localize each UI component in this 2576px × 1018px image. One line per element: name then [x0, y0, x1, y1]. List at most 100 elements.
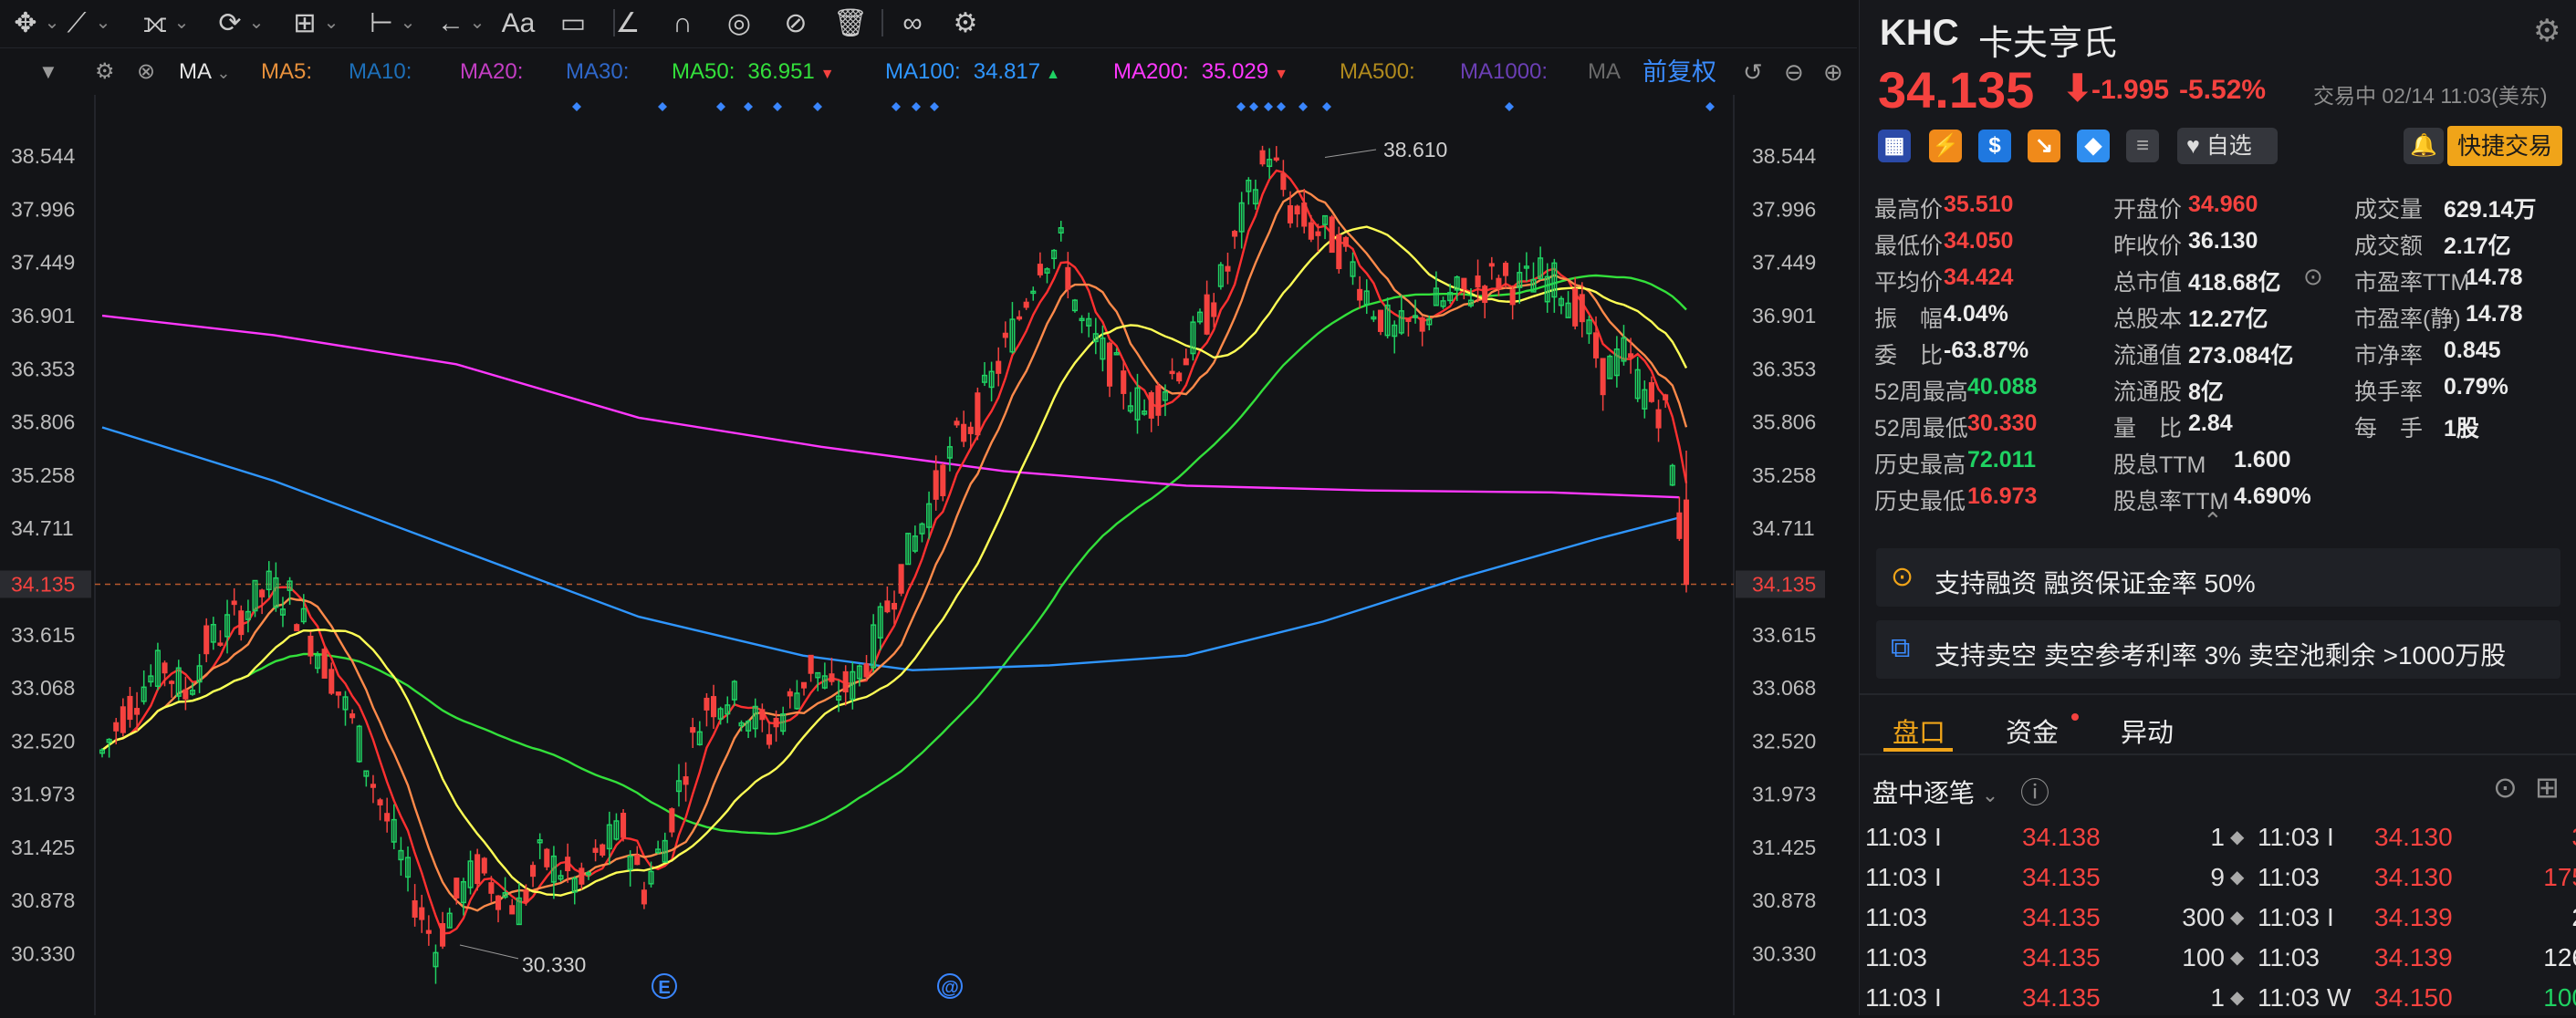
- divider: [1860, 693, 2576, 695]
- stat-value: 273.084亿: [2188, 343, 2294, 369]
- margin-banner[interactable]: ⊙ 支持融资 融资保证金率 50%: [1876, 548, 2560, 607]
- candle-body: [1183, 358, 1189, 366]
- comment-icon[interactable]: ▭: [555, 5, 591, 42]
- quick-trade-button[interactable]: 快捷交易: [2447, 126, 2562, 166]
- lightning-icon[interactable]: ⚡: [1929, 130, 1962, 162]
- event-diamond-icon[interactable]: [892, 102, 901, 111]
- fib-icon[interactable]: ⊞: [287, 5, 323, 42]
- zoom-in-icon[interactable]: ⊕: [1823, 51, 1843, 93]
- close-icon[interactable]: ⊗: [137, 51, 155, 93]
- event-diamond-icon[interactable]: [930, 102, 939, 111]
- note-icon[interactable]: ≡: [2126, 130, 2159, 162]
- trend-line-icon[interactable]: ⟋: [58, 5, 95, 42]
- wave-icon[interactable]: ⟳: [212, 5, 248, 42]
- grid-icon[interactable]: ⊞: [2535, 770, 2560, 805]
- ma-item-ma50[interactable]: MA50: 36.951 ▼: [672, 51, 835, 96]
- chevron-down-icon[interactable]: ⌄: [469, 9, 485, 36]
- ma-item-ma20[interactable]: MA20:: [460, 51, 523, 93]
- ma-selector[interactable]: MA ⌄: [179, 51, 230, 94]
- ticks-title[interactable]: 盘中逐笔 ⌄: [1872, 774, 1998, 810]
- ma-item-ma[interactable]: MA: [1588, 51, 1621, 93]
- more-icon[interactable]: ⊙: [2303, 263, 2323, 291]
- chevron-down-icon[interactable]: ⌄: [248, 9, 265, 36]
- short-banner[interactable]: ⧉ 支持卖空 卖空参考利率 3% 卖空池剩余 >1000万股: [1876, 620, 2560, 679]
- ma-item-ma1000[interactable]: MA1000:: [1460, 51, 1548, 93]
- move-cross-icon[interactable]: ✥: [7, 5, 44, 42]
- text-icon[interactable]: Aa: [500, 5, 537, 42]
- settings-icon[interactable]: ⚙: [95, 51, 115, 93]
- watchlist-button[interactable]: ♥ 自选: [2177, 128, 2278, 164]
- y-tick-label-left: 30.878: [11, 888, 75, 912]
- event-diamond-icon[interactable]: [1249, 102, 1258, 111]
- candle-body: [1648, 381, 1654, 402]
- chevron-down-icon[interactable]: ⌄: [323, 9, 339, 36]
- event-diamond-icon[interactable]: [1322, 102, 1331, 111]
- collapse-icon[interactable]: ▼: [38, 51, 58, 93]
- measure-icon[interactable]: ⊢: [363, 5, 400, 42]
- candle-body: [766, 733, 772, 745]
- ma-item-ma500[interactable]: MA500:: [1340, 51, 1415, 93]
- candle-body: [1273, 157, 1279, 161]
- ma-item-ma10[interactable]: MA10:: [349, 51, 412, 93]
- y-tick-label-left: 32.520: [11, 729, 75, 753]
- event-diamond-icon[interactable]: [1277, 102, 1286, 111]
- pencil-icon[interactable]: ∠: [610, 5, 646, 42]
- adjust-button[interactable]: 前复权: [1643, 51, 1716, 93]
- tag-icon[interactable]: ◆: [2077, 130, 2110, 162]
- ma-item-ma200[interactable]: MA200: 35.029 ▼: [1113, 51, 1288, 96]
- price-chart[interactable]: 38.544 37.996 37.449 36.901 36.353 35.806 35.2…: [0, 95, 1858, 1015]
- candle-body: [800, 681, 808, 689]
- tab-orderbook[interactable]: 盘口: [1893, 712, 1945, 750]
- event-diamond-icon[interactable]: [1705, 102, 1715, 111]
- trend-icon[interactable]: ↘: [2028, 130, 2060, 162]
- ma-item-ma5[interactable]: MA5:: [261, 51, 312, 93]
- event-diamond-icon[interactable]: [716, 102, 725, 111]
- tick-p2: 34.150: [2374, 983, 2453, 1012]
- trash-icon[interactable]: 🗑: [832, 5, 869, 42]
- ma-value: 34.817: [973, 59, 1041, 84]
- us-flag-icon: ▦: [1878, 130, 1911, 162]
- arrow-left-icon[interactable]: ←: [433, 5, 469, 42]
- ma-label: MA1000:: [1460, 59, 1549, 84]
- ma-label: MA100:: [885, 59, 961, 84]
- tick-f1: I: [1935, 863, 1942, 891]
- event-diamond-icon[interactable]: [813, 102, 822, 111]
- tab-capital[interactable]: 资金: [2006, 712, 2059, 750]
- link-icon[interactable]: ∞: [894, 5, 931, 42]
- event-diamond-icon[interactable]: [912, 102, 921, 111]
- tick-p2: 34.139: [2374, 943, 2453, 971]
- ma-label: MA500:: [1340, 59, 1415, 84]
- tab-anomaly[interactable]: 异动: [2121, 712, 2174, 750]
- tick-t2: 11:03: [2258, 943, 2320, 971]
- more-icon[interactable]: ⊙: [2493, 770, 2518, 805]
- hide-icon[interactable]: ⊘: [777, 5, 814, 42]
- chevron-down-icon[interactable]: ⌄: [95, 9, 111, 36]
- settings-icon[interactable]: ⚙: [947, 5, 984, 42]
- event-diamond-icon[interactable]: [1298, 102, 1308, 111]
- reset-icon[interactable]: ↺: [1743, 51, 1763, 93]
- eye-icon[interactable]: ◎: [721, 5, 757, 42]
- stat-value: 8亿: [2188, 379, 2224, 405]
- info-icon[interactable]: ⓘ: [2020, 770, 2049, 812]
- channel-icon[interactable]: ⟗: [137, 5, 173, 42]
- event-diamond-icon[interactable]: [658, 102, 667, 111]
- event-diamond-icon[interactable]: [572, 102, 581, 111]
- magnet-icon[interactable]: ∩: [664, 5, 701, 42]
- event-diamond-icon[interactable]: [1236, 102, 1246, 111]
- event-diamond-icon[interactable]: [744, 102, 753, 111]
- candle-body: [509, 905, 516, 915]
- event-diamond-icon[interactable]: [1264, 102, 1273, 111]
- ma-selector-label: MA: [179, 59, 211, 84]
- chevron-down-icon[interactable]: ⌄: [173, 9, 190, 36]
- chevron-down-icon[interactable]: ⌄: [400, 9, 416, 36]
- stat-label: 平均价: [1874, 270, 1944, 296]
- ma-item-ma100[interactable]: MA100: 34.817 ▲: [885, 51, 1060, 96]
- ma-item-ma30[interactable]: MA30:: [566, 51, 629, 93]
- chevron-up-icon[interactable]: ⌃: [2203, 507, 2223, 535]
- settings-icon[interactable]: ⚙: [2533, 13, 2560, 49]
- bell-icon[interactable]: 🔔: [2404, 128, 2444, 164]
- zoom-out-icon[interactable]: ⊖: [1784, 51, 1804, 93]
- event-diamond-icon[interactable]: [773, 102, 782, 111]
- dollar-icon[interactable]: $: [1978, 130, 2011, 162]
- event-diamond-icon[interactable]: [1505, 102, 1514, 111]
